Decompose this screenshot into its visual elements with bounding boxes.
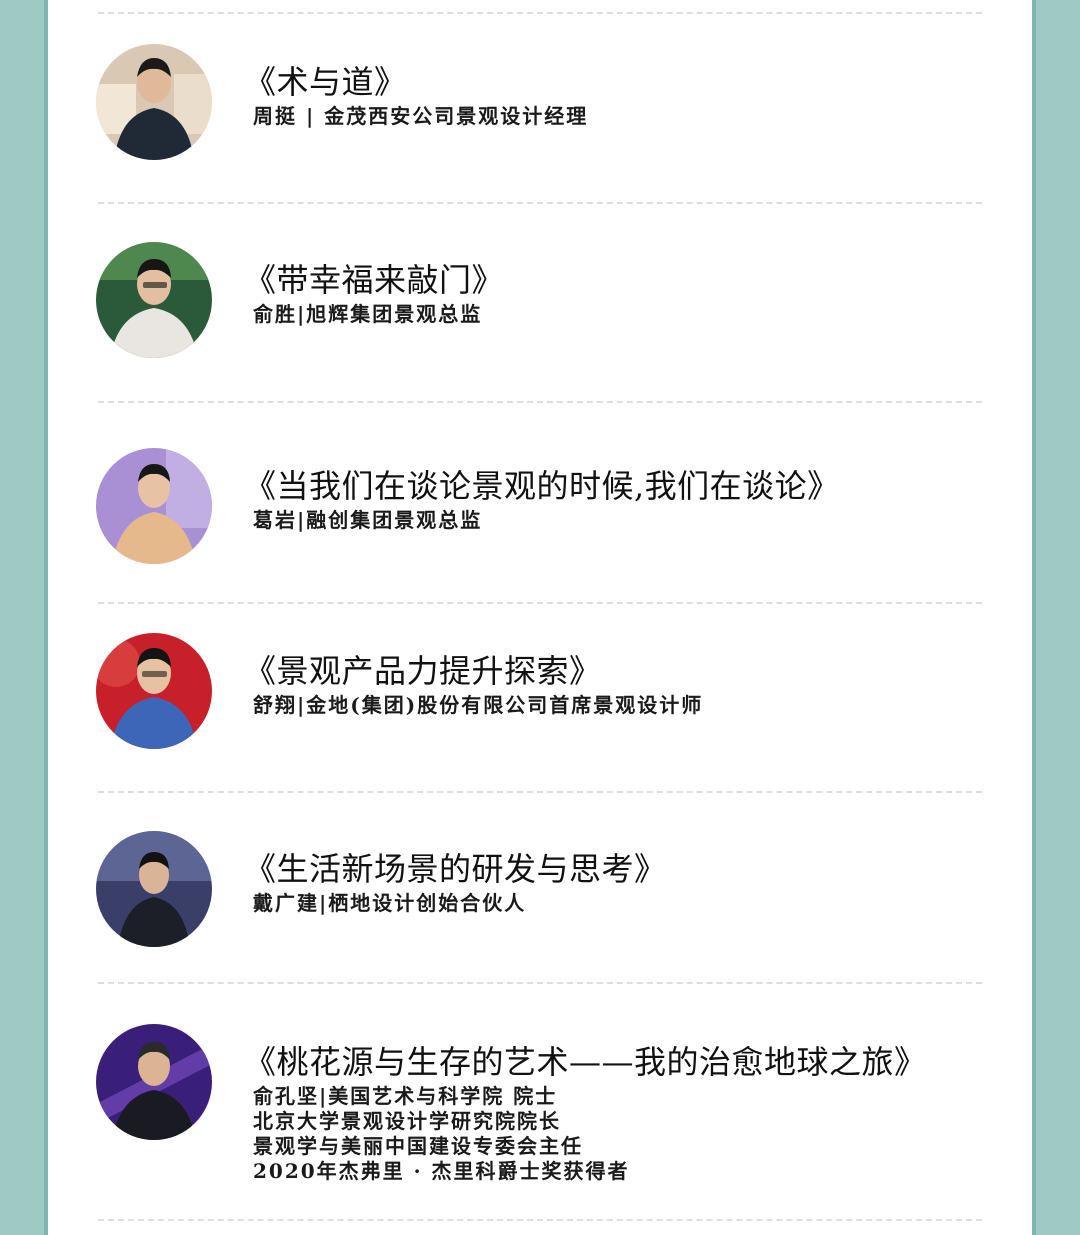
divider (98, 982, 982, 984)
speaker-item: 《景观产品力提升探索》 舒翔|金地(集团)股份有限公司首席景观设计师 (48, 633, 1032, 753)
talk-title: 《术与道》 (244, 63, 407, 101)
speaker-avatar (96, 44, 212, 160)
speaker-avatar (96, 242, 212, 358)
divider (98, 602, 982, 604)
divider (98, 1219, 982, 1221)
divider (98, 12, 982, 14)
speaker-info-line: 葛岩|融创集团景观总监 (253, 508, 483, 532)
speaker-avatar (96, 448, 212, 564)
speaker-info: 俞胜|旭辉集团景观总监 (253, 302, 482, 327)
speaker-info-line: 景观学与美丽中国建设专委会主任 (253, 1134, 583, 1158)
divider (98, 202, 982, 204)
right-border (1032, 0, 1036, 1235)
speaker-item: 《生活新场景的研发与思考》 戴广建|栖地设计创始合伙人 (48, 831, 1032, 951)
speaker-info: 舒翔|金地(集团)股份有限公司首席景观设计师 (253, 693, 703, 718)
speaker-info-line: 俞孔坚|美国艺术与科学院 院士 (253, 1084, 558, 1108)
speaker-info: 戴广建|栖地设计创始合伙人 (253, 891, 526, 916)
speaker-avatar (96, 831, 212, 947)
speaker-info: 葛岩|融创集团景观总监 (253, 508, 482, 533)
talk-title: 《当我们在谈论景观的时候,我们在谈论》 (244, 467, 840, 505)
speaker-info: 周挺 | 金茂西安公司景观设计经理 (253, 104, 588, 129)
speaker-info-line: 戴广建|栖地设计创始合伙人 (253, 891, 527, 915)
divider (98, 791, 982, 793)
speaker-item: 《术与道》 周挺 | 金茂西安公司景观设计经理 (48, 44, 1032, 164)
talk-title: 《生活新场景的研发与思考》 (244, 850, 667, 888)
speaker-info-line: 北京大学景观设计学研究院院长 (253, 1109, 561, 1133)
speaker-item: 《桃花源与生存的艺术——我的治愈地球之旅》 俞孔坚|美国艺术与科学院 院士 北京… (48, 1024, 1032, 1194)
talk-title: 《景观产品力提升探索》 (244, 652, 602, 690)
speaker-info-line: 俞胜|旭辉集团景观总监 (253, 302, 483, 326)
divider (98, 401, 982, 403)
speaker-info: 俞孔坚|美国艺术与科学院 院士 北京大学景观设计学研究院院长 景观学与美丽中国建… (253, 1084, 630, 1184)
speaker-info-line: 舒翔|金地(集团)股份有限公司首席景观设计师 (253, 693, 704, 717)
speaker-item: 《带幸福来敲门》 俞胜|旭辉集团景观总监 (48, 242, 1032, 362)
speaker-list-panel: 《术与道》 周挺 | 金茂西安公司景观设计经理 《带幸福来敲门》 俞胜|旭辉集团… (48, 0, 1032, 1235)
speaker-avatar (96, 633, 212, 749)
speaker-avatar (96, 1024, 212, 1140)
speaker-info-line: 周挺 | 金茂西安公司景观设计经理 (253, 104, 589, 128)
speaker-item: 《当我们在谈论景观的时候,我们在谈论》 葛岩|融创集团景观总监 (48, 448, 1032, 568)
talk-title: 《桃花源与生存的艺术——我的治愈地球之旅》 (244, 1043, 927, 1081)
talk-title: 《带幸福来敲门》 (244, 261, 505, 299)
speaker-info-line: 2020年杰弗里 · 杰里科爵士奖获得者 (253, 1159, 630, 1183)
